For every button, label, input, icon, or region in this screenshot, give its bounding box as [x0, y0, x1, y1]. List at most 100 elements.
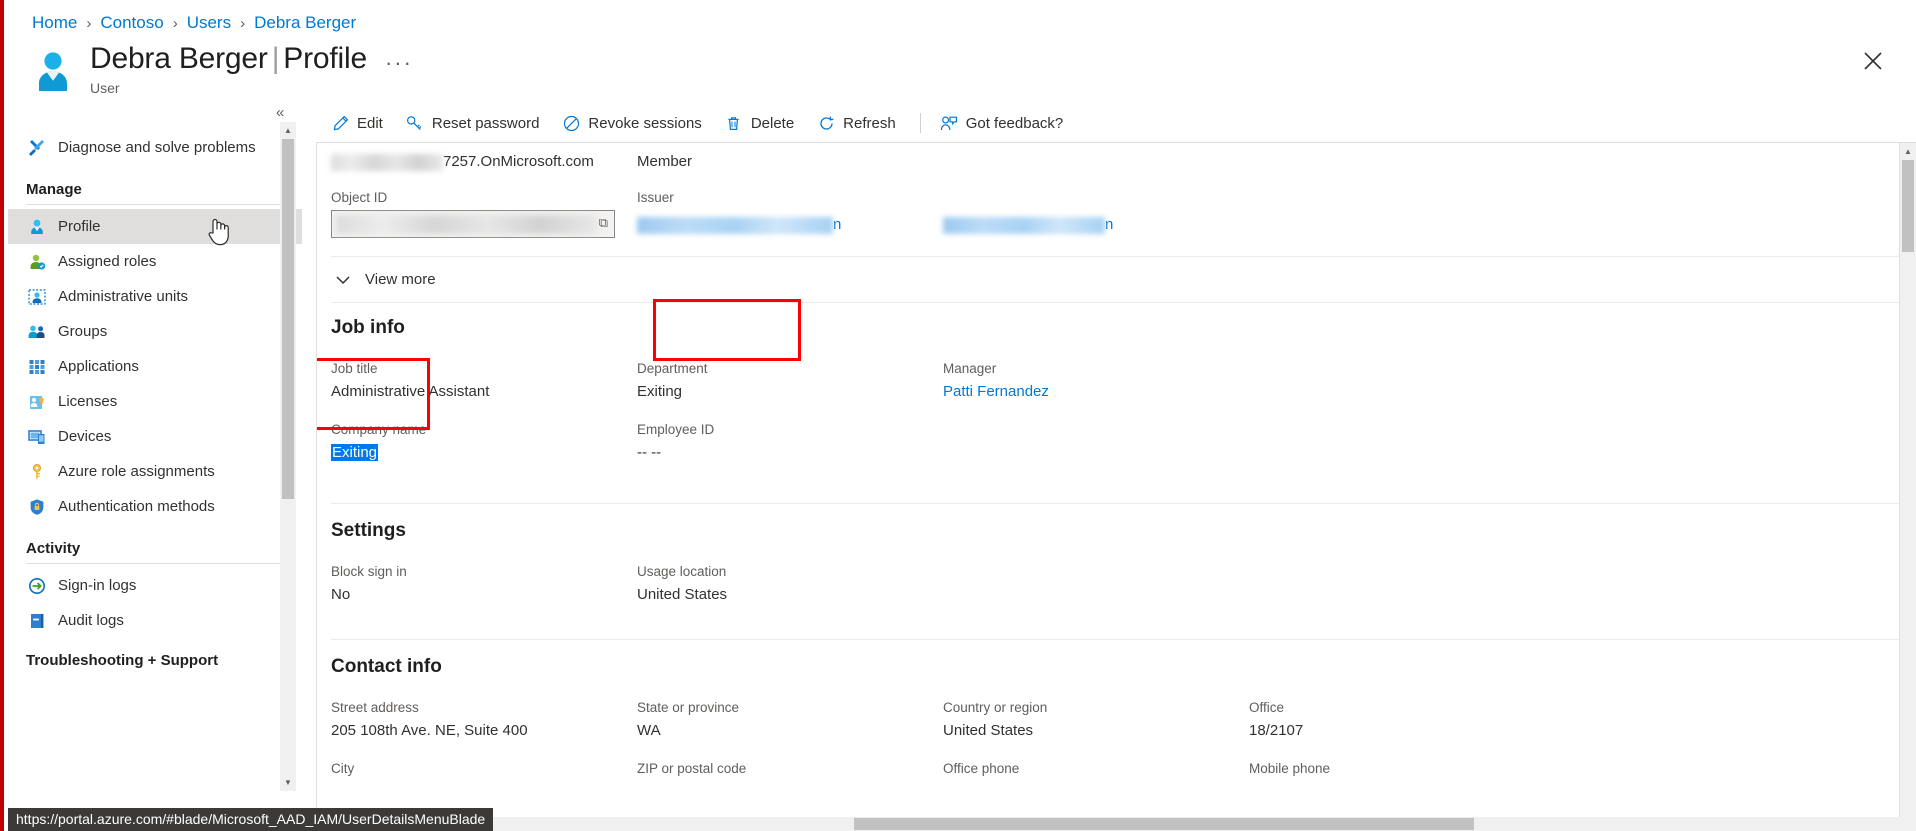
field-settings-spacer-2 — [1249, 562, 1555, 611]
company-name-value[interactable]: Exiting — [331, 440, 621, 465]
field-block-sign-in: Block sign in No — [331, 562, 637, 611]
sidebar-item-authentication-methods[interactable]: Authentication methods — [8, 489, 302, 524]
title-block: Debra Berger | Profile User — [90, 42, 367, 96]
identity-fields-row2: Object ID ⧉ Issuer n n — [317, 178, 1899, 242]
sidebar-item-audit-logs[interactable]: Audit logs — [8, 603, 302, 638]
page-horizontal-scrollbar-thumb[interactable] — [854, 818, 1474, 830]
view-more-label: View more — [365, 271, 436, 288]
sidebar-item-groups[interactable]: Groups — [8, 314, 302, 349]
contact-info-title: Contact info — [331, 656, 442, 677]
street-address-value: 205 108th Ave. NE, Suite 400 — [331, 722, 528, 739]
sidebar-scroll-down-icon[interactable]: ▼ — [280, 774, 296, 791]
settings-row1: Block sign in No Usage location United S… — [317, 542, 1899, 611]
sidebar-group-manage: Manage — [26, 181, 82, 198]
sign-in-arrow-icon — [26, 575, 48, 597]
collapse-sidebar-button[interactable]: « — [276, 105, 284, 120]
breadcrumb-item-users[interactable]: Users — [187, 13, 231, 33]
manager-label: Manager — [943, 361, 997, 376]
sidebar-item-applications[interactable]: Applications — [8, 349, 302, 384]
redacted-identity-extra — [943, 216, 1105, 234]
profile-panel: 7257.OnMicrosoft.com Member Object ID ⧉ … — [316, 142, 1900, 831]
breadcrumb: Home › Contoso › Users › Debra Berger — [4, 0, 1916, 36]
section-divider-1 — [331, 256, 1899, 257]
field-issuer: Issuer n — [637, 188, 943, 242]
upn-domain-suffix: 7257.OnMicrosoft.com — [443, 153, 594, 170]
more-options-button[interactable]: ··· — [385, 52, 413, 74]
field-country-or-region: Country or region United States — [943, 698, 1249, 747]
office-label: Office — [1249, 700, 1285, 715]
field-usage-location: Usage location United States — [637, 562, 943, 611]
sidebar-item-label: Profile — [58, 218, 101, 235]
edit-button[interactable]: Edit — [322, 108, 392, 138]
field-identity-spacer-3 — [1249, 188, 1555, 242]
field-state-or-province: State or province WA — [637, 698, 943, 747]
issuer-value[interactable]: n — [637, 208, 927, 237]
object-id-input[interactable]: ⧉ — [331, 210, 615, 238]
sidebar-item-assigned-roles[interactable]: Assigned roles — [8, 244, 302, 279]
copy-icon[interactable]: ⧉ — [599, 215, 608, 231]
delete-button[interactable]: Delete — [716, 108, 803, 138]
sidebar-item-licenses[interactable]: Licenses — [8, 384, 302, 419]
sidebar-item-label: Azure role assignments — [58, 463, 215, 480]
main-scrollbar-thumb[interactable] — [1902, 160, 1914, 252]
breadcrumb-separator: › — [240, 14, 246, 32]
sidebar-item-profile[interactable]: Profile — [8, 209, 302, 246]
refresh-icon — [817, 114, 835, 132]
breadcrumb-separator: › — [86, 14, 92, 32]
close-icon[interactable] — [1858, 46, 1888, 76]
field-zip-or-postal-code: ZIP or postal code — [637, 759, 943, 783]
applications-grid-icon — [26, 356, 48, 378]
sidebar-item-label: Sign-in logs — [58, 577, 137, 594]
sidebar-item-sign-in-logs[interactable]: Sign-in logs — [8, 568, 302, 603]
revoke-sessions-button[interactable]: Revoke sessions — [553, 108, 710, 138]
devices-icon — [26, 426, 48, 448]
sidebar-scrollbar[interactable]: ▲ ▼ — [280, 122, 296, 791]
field-object-id: Object ID ⧉ — [331, 188, 637, 242]
sidebar-scrollbar-thumb[interactable] — [282, 139, 294, 499]
sidebar-item-label: Diagnose and solve problems — [58, 139, 256, 156]
sidebar-item-diagnose-and-solve-problems[interactable]: Diagnose and solve problems — [8, 130, 302, 165]
got-feedback-button[interactable]: Got feedback? — [931, 108, 1073, 138]
revoke-sessions-button-label: Revoke sessions — [588, 114, 702, 132]
reset-password-button[interactable]: Reset password — [397, 108, 549, 138]
toolbar-divider — [919, 113, 921, 133]
sidebar-item-devices[interactable]: Devices — [8, 419, 302, 454]
sidebar-item-label: Administrative units — [58, 288, 189, 305]
field-job-spacer-2 — [943, 420, 1249, 469]
manager-value[interactable]: Patti Fernandez — [943, 379, 1233, 404]
user-type-value: Member — [637, 153, 693, 170]
person-feedback-icon — [940, 114, 958, 132]
redacted-upn-prefix — [331, 153, 443, 171]
redacted-object-id — [336, 214, 598, 234]
street-address-label: Street address — [331, 700, 419, 715]
sidebar-item-label: Applications — [58, 358, 139, 375]
field-job-spacer-3 — [1249, 420, 1555, 469]
company-name-label: Company name — [331, 422, 427, 437]
identity-extra-value[interactable]: n — [943, 208, 1233, 237]
status-bar-url: https://portal.azure.com/#blade/Microsof… — [8, 808, 494, 831]
sidebar-item-label: Assigned roles — [58, 253, 157, 270]
zip-or-postal-code-label: ZIP or postal code — [637, 761, 747, 776]
sidebar-item-administrative-units[interactable]: Administrative units — [8, 279, 302, 314]
sidebar-scroll-up-icon[interactable]: ▲ — [280, 122, 296, 139]
sidebar-item-azure-role-assignments[interactable]: Azure role assignments — [8, 454, 302, 489]
employee-id-value: -- -- — [637, 444, 662, 461]
chevron-down-icon — [335, 274, 351, 286]
licenses-icon — [26, 391, 48, 413]
page-title: Debra Berger | Profile — [90, 42, 367, 76]
breadcrumb-item-contoso[interactable]: Contoso — [100, 13, 163, 33]
refresh-button[interactable]: Refresh — [808, 108, 905, 138]
sidebar-scroll-area: Diagnose and solve problems Manage Profi… — [8, 104, 302, 675]
field-identity-extra: n — [943, 188, 1249, 242]
field-identity-spacer-2 — [1249, 149, 1555, 178]
usage-location-value: United States — [637, 586, 728, 603]
field-job-title: Job title Administrative Assistant — [331, 359, 637, 408]
settings-title: Settings — [331, 520, 406, 541]
breadcrumb-item-home[interactable]: Home — [32, 13, 77, 33]
object-id-label: Object ID — [331, 190, 388, 205]
main-scroll-up-icon[interactable]: ▲ — [1900, 143, 1916, 160]
profile-person-icon — [26, 216, 48, 238]
breadcrumb-item-debra-berger[interactable]: Debra Berger — [254, 13, 356, 33]
main-scrollbar[interactable]: ▲ ▼ — [1900, 142, 1916, 831]
view-more-button[interactable]: View more — [317, 257, 436, 302]
